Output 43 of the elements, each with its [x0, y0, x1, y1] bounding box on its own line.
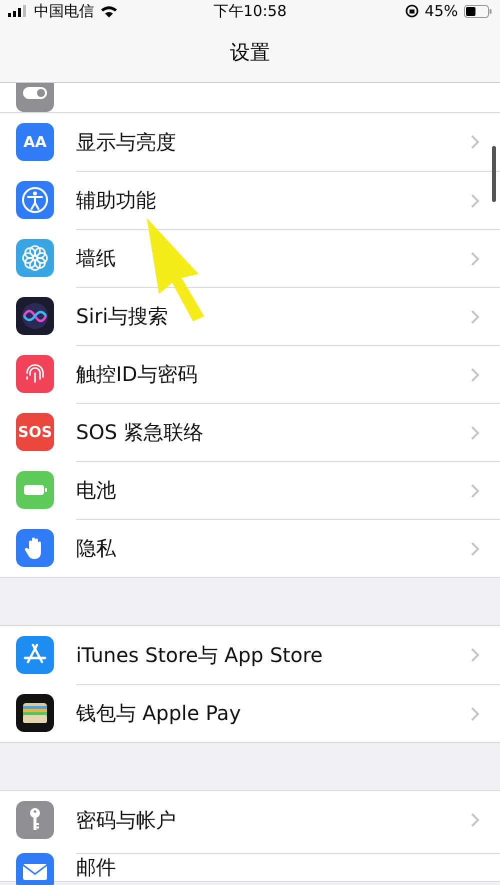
wifi-icon: [100, 4, 118, 18]
settings-item[interactable]: 钱包与 Apple Pay: [76, 700, 470, 727]
chevron-icon: [470, 647, 480, 663]
chevron-icon: [470, 192, 480, 208]
fingerprint-icon: [16, 355, 54, 393]
app-store-icon: [16, 636, 54, 674]
settings-item[interactable]: 辅助功能: [76, 187, 470, 214]
display-icon: AA: [16, 123, 54, 161]
page-title: 设置: [230, 38, 270, 66]
settings-item[interactable]: 电池: [76, 477, 470, 504]
signal-icon: [8, 5, 28, 17]
battery-percent: 45%: [424, 2, 458, 20]
sos-icon: SOS: [16, 413, 54, 451]
clock-time: 下午10:58: [213, 2, 287, 20]
chevron-icon: [470, 308, 480, 324]
chevron-icon: [470, 482, 480, 498]
battery-icon: [16, 471, 54, 509]
settings-item[interactable]: 墙纸: [76, 245, 470, 272]
scroll-indicator: [492, 146, 496, 202]
settings-item[interactable]: SOS 紧急联络: [76, 419, 470, 446]
hand-icon: [16, 529, 54, 567]
chevron-icon: [470, 812, 480, 828]
rotation-lock-icon: [404, 4, 419, 18]
settings-item[interactable]: Siri与搜索: [76, 303, 470, 330]
chevron-icon: [470, 134, 480, 150]
battery-icon: [464, 4, 492, 18]
siri-icon: [16, 297, 54, 335]
settings-item[interactable]: 邮件: [76, 854, 480, 881]
chevron-icon: [470, 706, 480, 722]
wallet-icon: [16, 694, 54, 732]
chevron-icon: [470, 250, 480, 266]
settings-item[interactable]: 密码与帐户: [76, 806, 470, 834]
carrier-name: 中国电信: [34, 2, 94, 20]
chevron-icon: [470, 540, 480, 556]
key-icon: [16, 801, 54, 839]
flower-icon: [16, 239, 54, 277]
settings-item[interactable]: 触控ID与密码: [76, 361, 470, 388]
settings-item[interactable]: 显示与亮度: [76, 128, 470, 156]
chevron-icon: [470, 366, 480, 382]
accessibility-icon: [16, 181, 54, 219]
settings-item[interactable]: iTunes Store与 App Store: [76, 642, 470, 668]
settings-item[interactable]: 隐私: [76, 535, 470, 562]
chevron-icon: [470, 424, 480, 440]
